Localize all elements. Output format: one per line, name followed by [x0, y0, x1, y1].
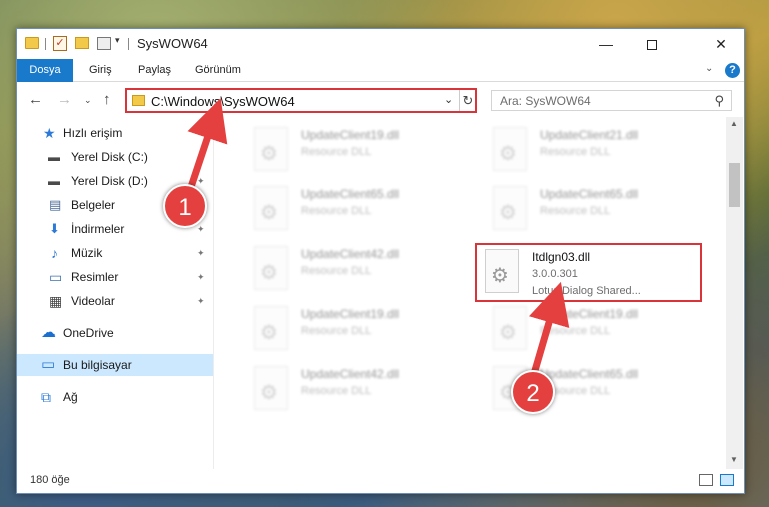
- annotation-badge-2: 2: [511, 370, 555, 414]
- annotation-badge-1: 1: [163, 184, 207, 228]
- arrow-2: [528, 281, 570, 375]
- annotation-arrows: [186, 98, 570, 375]
- arrow-1: [186, 98, 228, 192]
